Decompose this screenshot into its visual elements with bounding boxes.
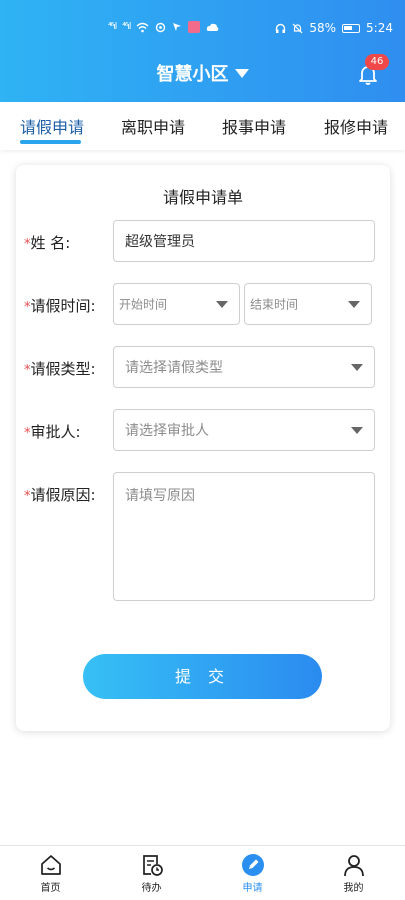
status-right: 58% 5:24 (275, 21, 393, 35)
leave-type-select[interactable]: 请选择请假类型 (113, 346, 375, 388)
type-label: *请假类型: (24, 360, 96, 378)
title-bar: 智慧小区 46 (0, 54, 405, 92)
bottom-nav: 首页 待办 申请 我的 (0, 845, 405, 900)
nav-profile-label: 我的 (343, 883, 364, 894)
nav-apply[interactable]: 申请 (202, 846, 303, 900)
home-icon (40, 855, 61, 875)
todo-icon (142, 855, 163, 876)
nav-home[interactable]: 首页 (0, 846, 101, 900)
reason-label: *请假原因: (24, 486, 96, 504)
dropdown-arrow-icon (348, 301, 360, 308)
nav-todo[interactable]: 待办 (101, 846, 202, 900)
leave-type-placeholder: 请选择请假类型 (125, 360, 223, 376)
nav-apply-label: 申请 (242, 883, 263, 894)
nav-home-label: 首页 (40, 883, 61, 894)
mute-bell-icon (292, 23, 303, 33)
status-left: ⁴⁶ıl ⁴⁶ıl (108, 21, 219, 33)
nav-todo-label: 待办 (141, 883, 162, 894)
nav-profile[interactable]: 我的 (303, 846, 404, 900)
location-arrow-icon (173, 23, 182, 31)
headphone-icon (276, 23, 286, 33)
apply-icon (241, 854, 264, 876)
tab-report-issue[interactable]: 报事申请 (222, 114, 286, 138)
end-time-placeholder: 结束时间 (250, 297, 299, 312)
start-time-select[interactable]: 开始时间 (113, 283, 240, 325)
reason-placeholder: 请填写原因 (125, 488, 195, 504)
end-time-select[interactable]: 结束时间 (244, 283, 372, 325)
status-bar: ⁴⁶ıl ⁴⁶ıl 58% 5:24 (0, 0, 405, 38)
time-label: *请假时间: (24, 297, 96, 315)
dropdown-arrow-icon (351, 427, 363, 434)
community-selector[interactable]: 智慧小区 (157, 60, 249, 86)
cloud-icon (207, 23, 219, 31)
tab-bar: 请假申请 离职申请 报事申请 报修申请 (0, 102, 405, 150)
profile-icon (343, 855, 364, 877)
tab-resignation[interactable]: 离职申请 (121, 114, 185, 138)
notification-badge: 46 (365, 54, 389, 70)
signal-icon-2: ⁴⁶ıl (122, 22, 131, 32)
tab-repair[interactable]: 报修申请 (324, 114, 388, 138)
app-header: ⁴⁶ıl ⁴⁶ıl 58% 5:24 智慧小区 46 (0, 0, 405, 102)
dropdown-arrow-icon (351, 364, 363, 371)
wifi-icon (136, 22, 149, 32)
reason-textarea[interactable]: 请填写原因 (113, 472, 375, 601)
dropdown-arrow-icon (216, 301, 228, 308)
name-field[interactable]: 超级管理员 (113, 220, 375, 262)
form-title: 请假申请单 (162, 188, 243, 207)
name-label: *姓 名: (24, 234, 71, 252)
app-notify-icon (188, 21, 201, 33)
signal-icon: ⁴⁶ıl (108, 22, 117, 32)
sync-icon (156, 22, 166, 32)
approver-label: *审批人: (24, 423, 81, 441)
caret-down-icon (234, 68, 249, 78)
submit-button[interactable]: 提 交 (83, 654, 322, 699)
active-tab-indicator (20, 140, 81, 144)
name-value: 超级管理员 (125, 234, 195, 250)
page-title: 智慧小区 (156, 64, 229, 85)
start-time-placeholder: 开始时间 (119, 297, 168, 312)
status-time: 5:24 (366, 21, 393, 35)
battery-icon (342, 23, 361, 33)
approver-select[interactable]: 请选择审批人 (113, 409, 375, 451)
tab-leave[interactable]: 请假申请 (20, 114, 84, 138)
battery-percent: 58% (309, 21, 337, 35)
leave-form-card: 请假申请单 *姓 名: 超级管理员 *请假时间: 开始时间 结束时间 *请假类型… (16, 165, 390, 731)
approver-placeholder: 请选择审批人 (125, 423, 209, 439)
